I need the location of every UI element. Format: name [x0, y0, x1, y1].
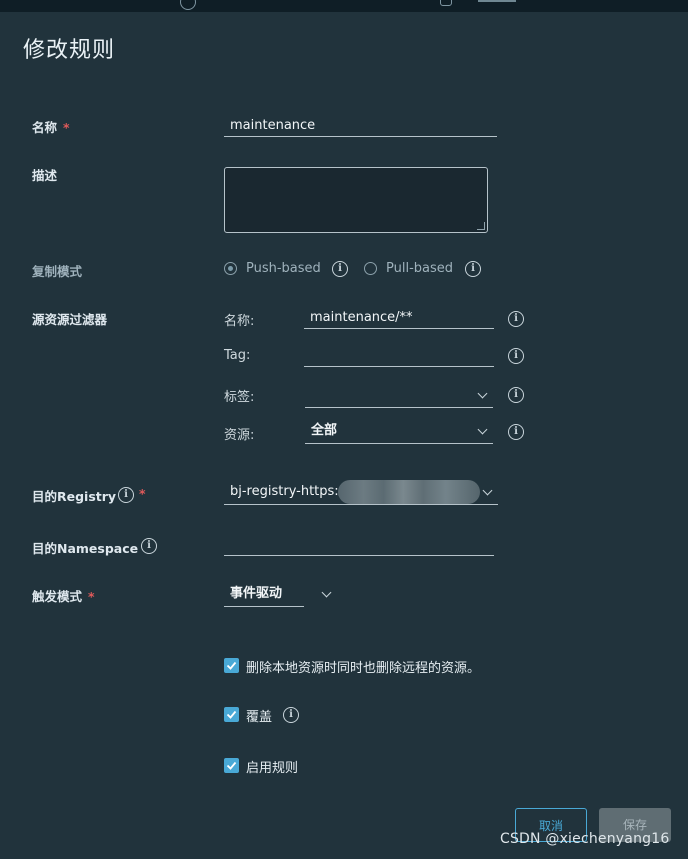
check-icon	[226, 710, 237, 719]
pull-based-radio[interactable]	[364, 262, 377, 275]
chevron-down-icon	[477, 424, 488, 435]
filter-labels-label: 标签:	[224, 390, 255, 405]
top-bar	[0, 0, 688, 12]
watermark: CSDN @xiechenyang16	[500, 831, 670, 847]
dest-registry-label: 目的Registry	[32, 489, 117, 504]
gear-icon	[440, 0, 452, 6]
trigger-mode-value: 事件驱动	[230, 586, 283, 601]
info-icon[interactable]: i	[283, 707, 299, 723]
filter-resource-select[interactable]: 全部	[305, 420, 493, 444]
trigger-mode-label: 触发模式 *	[32, 589, 95, 604]
chevron-down-icon	[482, 485, 493, 496]
description-label: 描述	[32, 168, 58, 183]
push-based-radio[interactable]	[224, 262, 237, 275]
filter-resource-value: 全部	[311, 423, 338, 438]
resize-handle[interactable]	[477, 222, 485, 230]
replication-mode-label: 复制模式	[32, 264, 83, 279]
tab-indicator	[478, 0, 516, 2]
description-textarea[interactable]	[224, 167, 488, 233]
filter-labels-select[interactable]	[305, 384, 493, 408]
info-icon[interactable]: i	[465, 261, 481, 277]
check-icon	[226, 661, 237, 670]
info-icon[interactable]: i	[141, 538, 157, 554]
redacted-overlay	[338, 480, 480, 504]
push-based-label: Push-based	[246, 261, 321, 276]
dest-namespace-label: 目的Namespace	[32, 541, 139, 556]
override-label: 覆盖	[246, 710, 273, 725]
check-icon	[226, 761, 237, 770]
override-checkbox[interactable]	[224, 707, 239, 722]
filter-tag-input[interactable]	[304, 345, 494, 367]
info-icon	[180, 0, 196, 10]
filter-name-label: 名称:	[224, 314, 255, 329]
name-label: 名称 *	[32, 120, 70, 135]
filter-tag-label: Tag:	[224, 348, 251, 363]
dest-namespace-input[interactable]	[224, 534, 494, 556]
required-mark: *	[88, 589, 95, 604]
name-input[interactable]: maintenance	[224, 115, 497, 137]
delete-remote-checkbox[interactable]	[224, 658, 239, 673]
filter-resource-label: 资源:	[224, 428, 255, 443]
dest-registry-value: bj-registry-https:/	[230, 484, 344, 499]
required-mark: *	[139, 486, 146, 501]
enable-rule-checkbox[interactable]	[224, 758, 239, 773]
info-icon[interactable]: i	[508, 311, 524, 327]
pull-based-label: Pull-based	[386, 261, 454, 276]
info-icon[interactable]: i	[508, 387, 524, 403]
source-filter-label: 源资源过滤器	[32, 312, 108, 327]
dialog-title: 修改规则	[23, 38, 116, 63]
chevron-down-icon[interactable]	[321, 587, 332, 598]
chevron-down-icon	[477, 388, 488, 399]
info-icon[interactable]: i	[508, 348, 524, 364]
info-icon[interactable]: i	[508, 424, 524, 440]
info-icon[interactable]: i	[118, 487, 134, 503]
delete-remote-label: 删除本地资源时同时也删除远程的资源。	[246, 661, 481, 676]
enable-rule-label: 启用规则	[246, 761, 299, 776]
info-icon[interactable]: i	[332, 261, 348, 277]
filter-name-input[interactable]: maintenance/**	[304, 307, 494, 329]
trigger-mode-select[interactable]: 事件驱动	[224, 583, 304, 607]
required-mark: *	[63, 120, 70, 135]
